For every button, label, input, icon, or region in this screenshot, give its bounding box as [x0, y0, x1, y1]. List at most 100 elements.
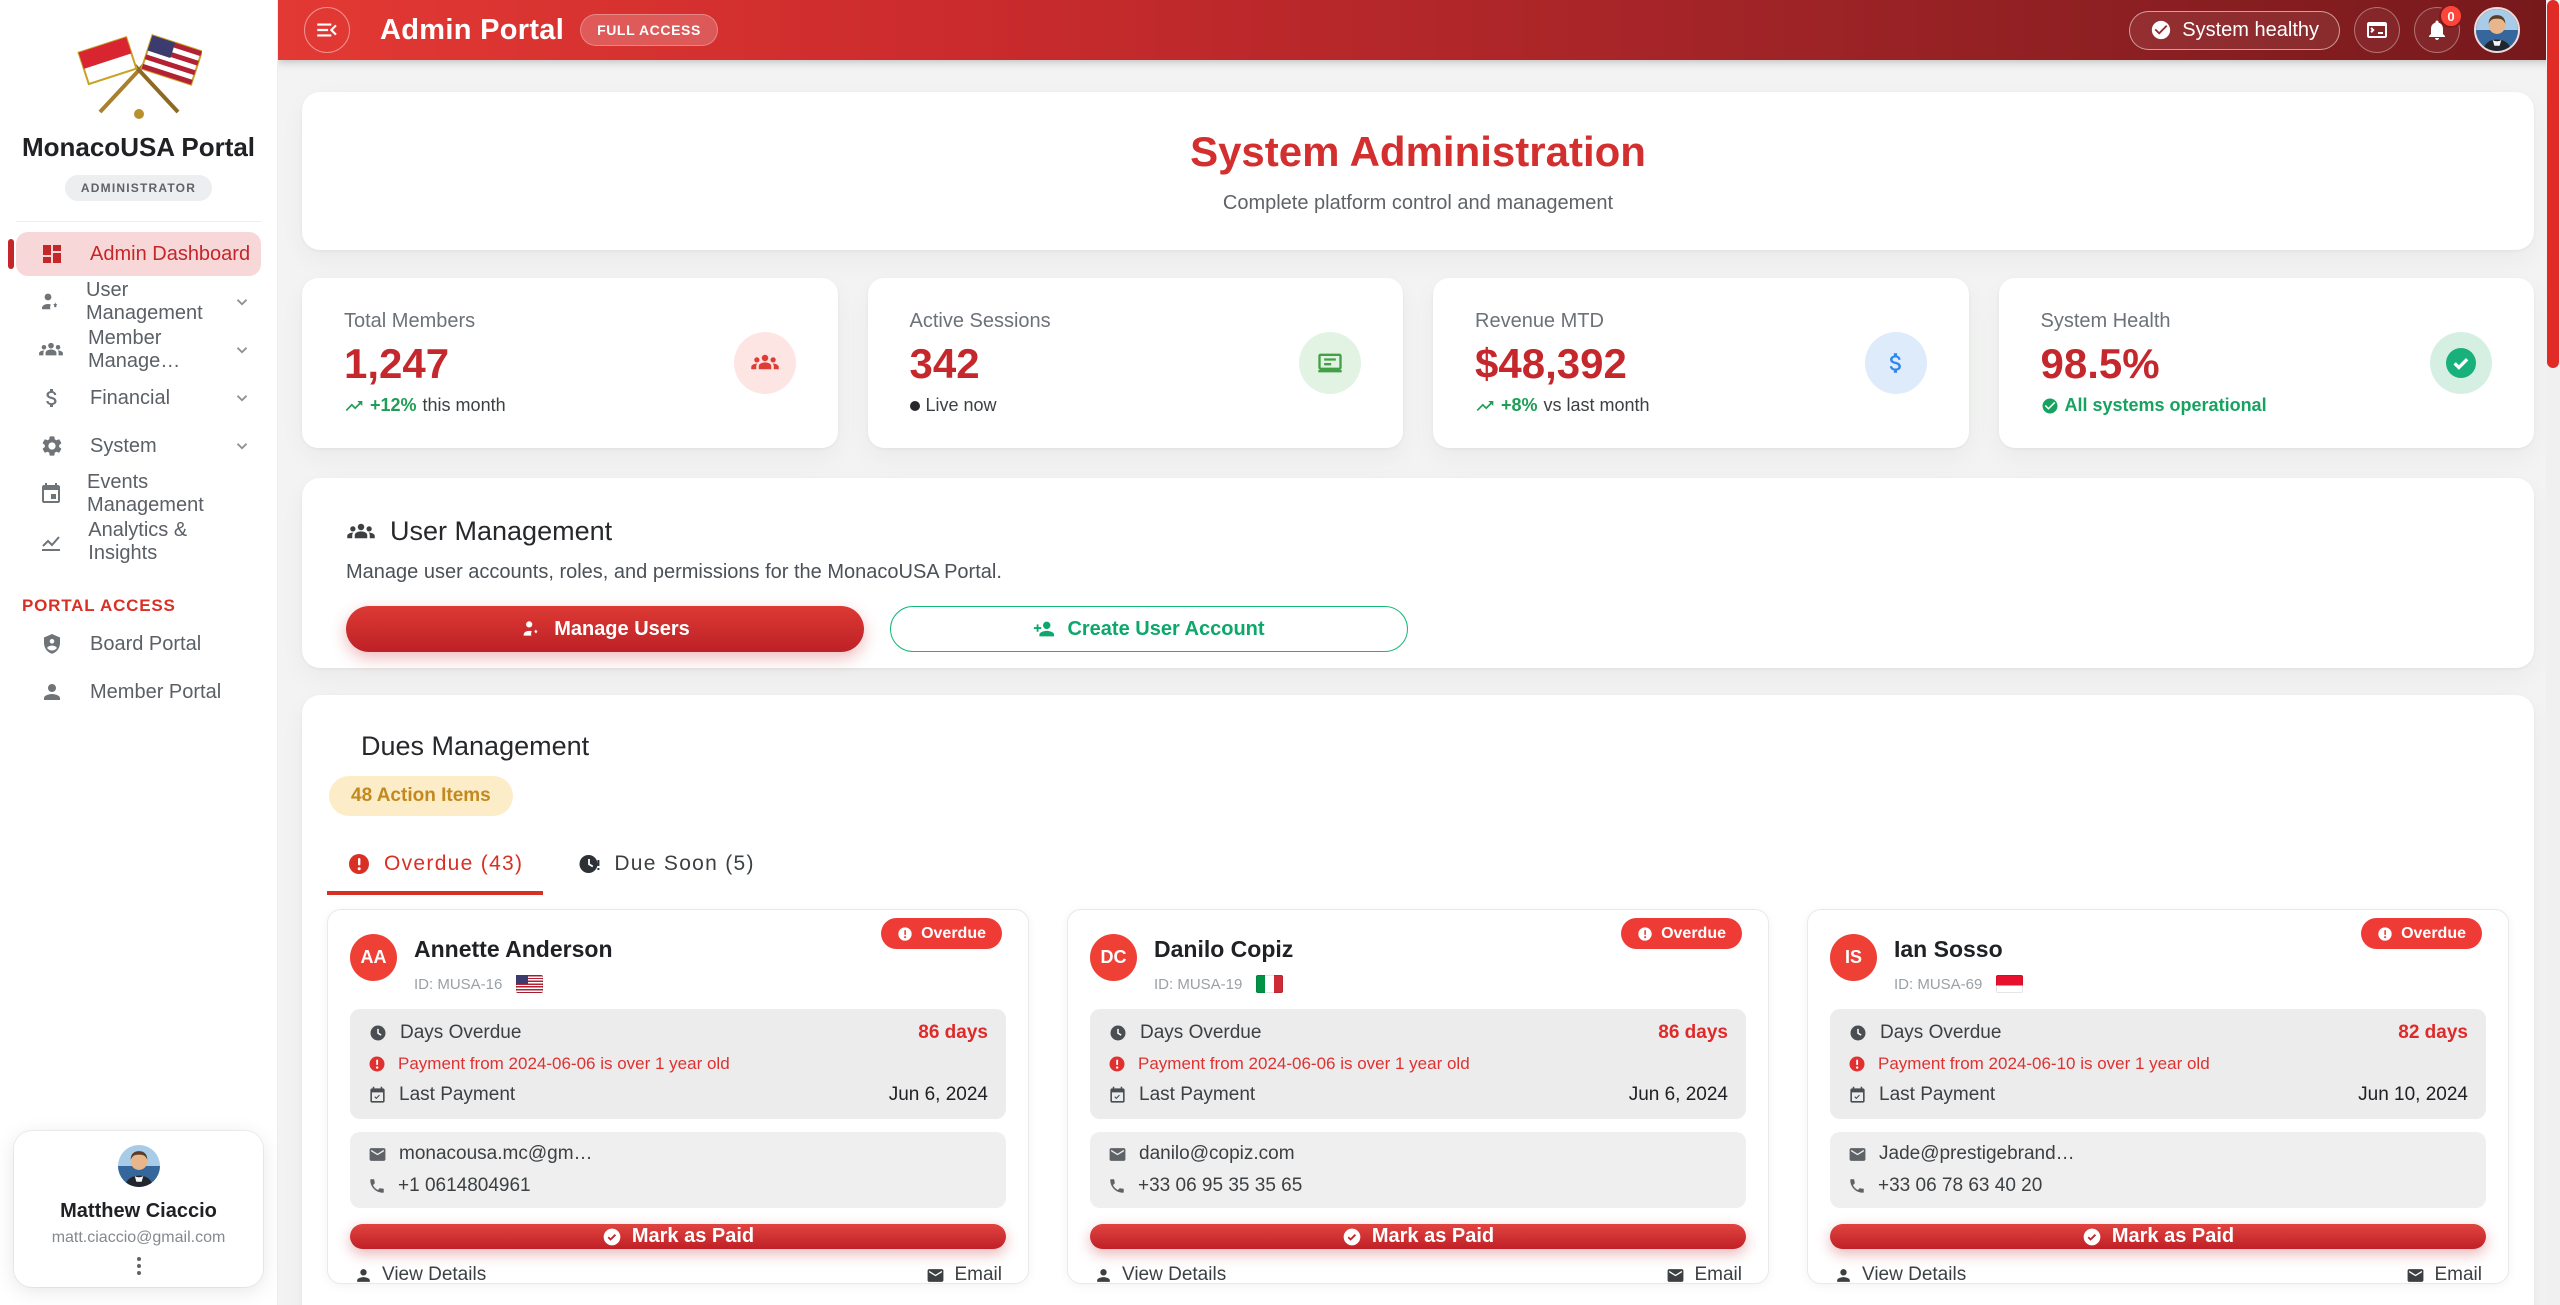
groups-icon — [38, 336, 64, 364]
sidebar-item-financial[interactable]: Financial — [16, 376, 261, 420]
sidebar-item-system[interactable]: System — [16, 424, 261, 468]
overdue-info-panel: Days Overdue 86 days Payment from 2024-0… — [1090, 1009, 1746, 1119]
user-management-panel: User Management Manage user accounts, ro… — [302, 478, 2534, 668]
email-icon — [926, 1266, 945, 1285]
dues-cards-row: AA Annette Anderson ID: MUSA-16 Overdue — [327, 909, 2509, 1284]
member-phone: +1 0614804961 — [398, 1175, 531, 1197]
person-icon — [1834, 1266, 1853, 1285]
email-link[interactable]: Email — [1666, 1264, 1742, 1286]
sidebar-item-member-portal[interactable]: Member Portal — [16, 670, 261, 714]
mark-as-paid-button[interactable]: Mark as Paid — [350, 1224, 1006, 1249]
profile-name: Matthew Ciaccio — [24, 1200, 253, 1223]
phone-icon — [368, 1177, 386, 1195]
view-details-link[interactable]: View Details — [1094, 1264, 1226, 1286]
stat-value: 98.5% — [2041, 343, 2267, 385]
app-header: Admin Portal FULL ACCESS System healthy … — [278, 0, 2560, 60]
overdue-info-panel: Days Overdue 82 days Payment from 2024-0… — [1830, 1009, 2486, 1119]
groups-icon — [734, 332, 796, 394]
email-icon — [368, 1145, 387, 1164]
shield-person-icon — [38, 630, 66, 658]
person-gear-icon — [38, 288, 62, 316]
email-icon — [1666, 1266, 1685, 1285]
terminal-button[interactable] — [2354, 7, 2400, 53]
shield-check-icon — [2430, 332, 2492, 394]
view-details-link[interactable]: View Details — [1834, 1264, 1966, 1286]
email-link[interactable]: Email — [926, 1264, 1002, 1286]
italy-flag-icon — [1256, 975, 1283, 993]
calendar-icon — [1108, 1086, 1127, 1105]
sidebar-item-label: Admin Dashboard — [90, 243, 250, 266]
calendar-icon — [38, 480, 63, 508]
system-health-badge: System healthy — [2129, 11, 2340, 50]
mark-as-paid-button[interactable]: Mark as Paid — [1830, 1224, 2486, 1249]
days-overdue-label: Days Overdue — [1140, 1022, 1261, 1044]
chevron-down-icon — [233, 293, 251, 311]
phone-icon — [1108, 1177, 1126, 1195]
sidebar: MonacoUSA Portal ADMINISTRATOR Admin Das… — [0, 0, 278, 1305]
sidebar-item-board-portal[interactable]: Board Portal — [16, 622, 261, 666]
person-icon — [354, 1266, 373, 1285]
role-badge: ADMINISTRATOR — [65, 175, 212, 201]
sidebar-item-admin-dashboard[interactable]: Admin Dashboard — [16, 232, 261, 276]
chevron-down-icon — [233, 389, 251, 407]
mark-as-paid-button[interactable]: Mark as Paid — [1090, 1224, 1746, 1249]
avatar — [118, 1145, 160, 1187]
status-badge: Overdue — [881, 918, 1002, 949]
email-icon — [1108, 1145, 1127, 1164]
tab-overdue[interactable]: Overdue (43) — [327, 840, 543, 895]
stat-label: Revenue MTD — [1475, 310, 1650, 333]
tab-due-soon[interactable]: Due Soon (5) — [557, 840, 775, 895]
view-details-link[interactable]: View Details — [354, 1264, 486, 1286]
member-card: DC Danilo Copiz ID: MUSA-19 Overdue — [1067, 909, 1769, 1284]
system-health-label: System healthy — [2182, 19, 2319, 42]
check-circle-icon — [2041, 397, 2059, 415]
avatar: AA — [350, 934, 397, 981]
menu-toggle-button[interactable] — [304, 7, 350, 53]
stat-sub-text: this month — [423, 395, 506, 416]
stat-label: Active Sessions — [910, 310, 1051, 333]
trending-up-icon — [344, 396, 364, 416]
notification-count-badge: 0 — [2439, 4, 2463, 28]
manage-users-button[interactable]: Manage Users — [346, 606, 864, 652]
stat-label: Total Members — [344, 310, 506, 333]
sidebar-item-label: Member Portal — [90, 681, 221, 704]
monaco-flag-icon — [1996, 975, 2023, 993]
header-actions: System healthy 0 — [2129, 7, 2534, 53]
clock-icon — [368, 1023, 388, 1043]
header-avatar[interactable] — [2474, 7, 2520, 53]
stat-value: 342 — [910, 343, 1051, 385]
hero-subtitle: Complete platform control and management — [1223, 192, 1613, 215]
stat-card-revenue: Revenue MTD $48,392 +8% vs last month — [1433, 278, 1969, 448]
last-payment-label: Last Payment — [399, 1084, 515, 1106]
avatar: IS — [1830, 934, 1877, 981]
live-dot-icon — [910, 401, 920, 411]
person-icon — [38, 678, 66, 706]
phone-icon — [1848, 1177, 1866, 1195]
check-circle-icon — [1342, 1227, 1362, 1247]
sidebar-item-analytics[interactable]: Analytics & Insights — [16, 520, 261, 564]
stat-label: System Health — [2041, 310, 2267, 333]
email-link[interactable]: Email — [2406, 1264, 2482, 1286]
create-user-account-button[interactable]: Create User Account — [890, 606, 1408, 652]
vertical-scrollbar[interactable] — [2546, 0, 2560, 1305]
sidebar-item-user-management[interactable]: User Management — [16, 280, 261, 324]
member-email: Jade@prestigebrand… — [1879, 1143, 2075, 1165]
kebab-menu-icon[interactable] — [24, 1257, 253, 1275]
profile-email: matt.ciaccio@gmail.com — [24, 1229, 253, 1247]
person-icon — [1094, 1266, 1113, 1285]
crossed-flags-logo — [76, 26, 202, 120]
us-flag-icon — [516, 975, 543, 993]
sidebar-item-events-management[interactable]: Events Management — [16, 472, 261, 516]
status-badge: Overdue — [2361, 918, 2482, 949]
member-id: ID: MUSA-69 — [1894, 976, 1982, 993]
dashboard-icon — [38, 240, 66, 268]
scrollbar-thumb[interactable] — [2547, 0, 2559, 368]
dues-tabs: Overdue (43) Due Soon (5) — [327, 840, 2509, 895]
last-payment-date: Jun 10, 2024 — [2358, 1084, 2468, 1106]
member-phone: +33 06 95 35 35 65 — [1138, 1175, 1302, 1197]
error-circle-icon — [2377, 926, 2393, 942]
sidebar-item-member-management[interactable]: Member Manage… — [16, 328, 261, 372]
hero-title: System Administration — [1190, 128, 1646, 176]
error-circle-icon — [1108, 1055, 1126, 1073]
notifications-button[interactable]: 0 — [2414, 7, 2460, 53]
